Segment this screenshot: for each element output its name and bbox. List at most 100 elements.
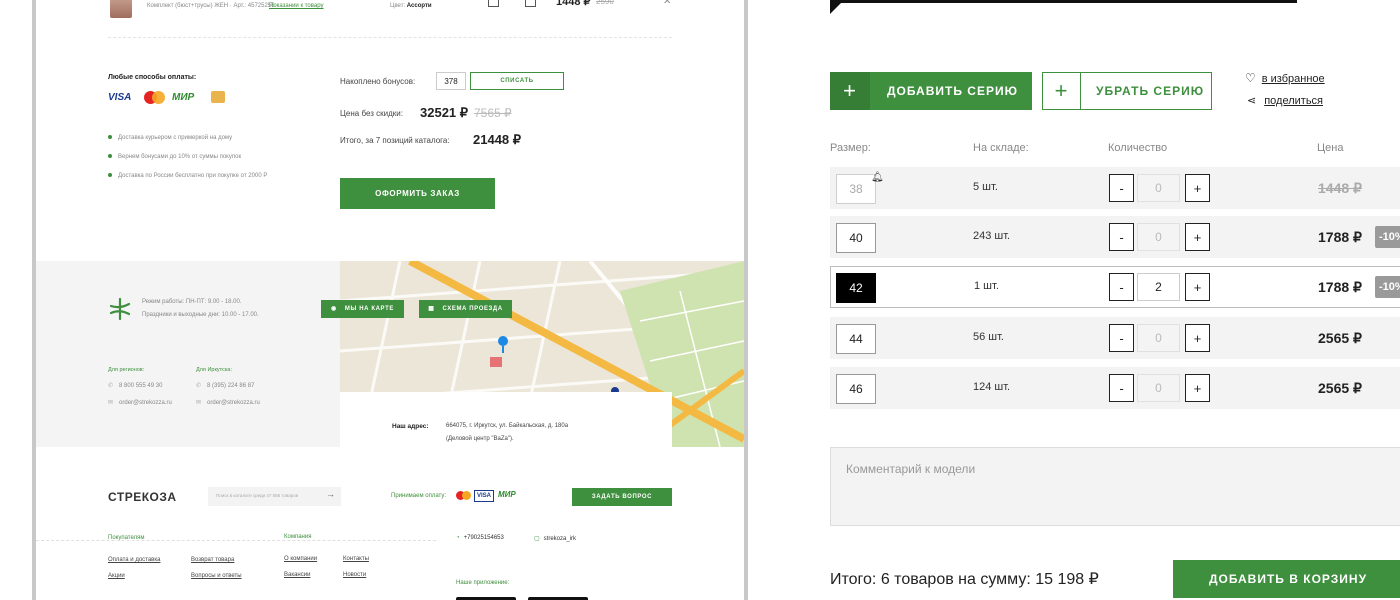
visa-icon: VISA (474, 490, 494, 502)
share-link[interactable]: ⋖ поделиться (1247, 94, 1323, 107)
qty-minus-button[interactable]: - (1109, 374, 1134, 402)
qty-minus-mini[interactable] (488, 0, 499, 7)
qty-plus-mini[interactable] (525, 0, 536, 7)
product-thumb[interactable] (110, 0, 132, 18)
qty-minus-button[interactable]: - (1109, 223, 1134, 251)
footer-link[interactable]: Вакансии (284, 572, 310, 578)
bonus-input[interactable]: 378 (436, 72, 466, 90)
regions-email[interactable]: ✉ order@strekozza.ru (108, 399, 172, 406)
qty-input[interactable]: 0 (1137, 174, 1180, 202)
whatsapp-link[interactable]: ◔ +79025154653 (456, 535, 504, 541)
discount-badge: -10% (1375, 226, 1400, 248)
map-button[interactable]: ◉ МЫ НА КАРТЕ (321, 300, 404, 318)
favorite-link[interactable]: ♡ в избранное (1245, 71, 1325, 85)
mastercard-icon (456, 491, 472, 501)
top-bar-wedge (830, 0, 844, 14)
comment-placeholder: Комментарий к модели (846, 462, 976, 476)
scheme-button[interactable]: ▦ СХЕМА ПРОЕЗДА (419, 300, 512, 318)
benefit-text: Доставка по России бесплатно при покупке… (118, 173, 268, 179)
add-to-cart-button[interactable]: ДОБАВИТЬ В КОРЗИНУ (1173, 560, 1400, 598)
qty-minus-button[interactable]: - (1109, 324, 1134, 352)
stock-value: 1 шт. (974, 280, 999, 292)
instagram-icon: ▢ (534, 536, 540, 542)
footer-search[interactable]: Поиск в каталоге среди 47 586 товаров → (208, 487, 341, 506)
pin-icon: ◉ (331, 306, 337, 312)
header-price: Цена (1317, 142, 1344, 154)
footer-link[interactable]: О компании (284, 556, 317, 562)
payment-title: Любые способы оплаты: (108, 74, 197, 81)
remove-series-button[interactable]: + УБРАТЬ СЕРИЮ (1042, 72, 1212, 110)
add-series-label: ДОБАВИТЬ СЕРИЮ (887, 84, 1018, 98)
remove-icon[interactable]: ✕ (663, 0, 671, 7)
card-icon (211, 91, 225, 103)
qty-minus-button[interactable]: - (1109, 273, 1134, 301)
scheme-button-label: СХЕМА ПРОЕЗДА (442, 306, 503, 312)
qty-plus-button[interactable]: + (1185, 374, 1210, 402)
irk-email-text: order@strekozza.ru (207, 400, 260, 406)
stock-value: 124 шт. (973, 381, 1011, 393)
mir-icon: МИР (498, 490, 516, 499)
size-option[interactable]: 40 (836, 223, 876, 253)
footer-logo[interactable]: СТРЕКОЗА (108, 490, 177, 504)
irk-email[interactable]: ✉ order@strekozza.ru (196, 399, 260, 406)
qty-input[interactable]: 0 (1137, 324, 1180, 352)
size-row: 42 1 шт. - 2 + 1788 ₽ -10% (830, 266, 1400, 308)
row-price: 1788 ₽ (1318, 229, 1362, 245)
footer-link[interactable]: Вопросы и ответы (191, 573, 242, 579)
divider (108, 37, 672, 38)
footer-link[interactable]: Контакты (343, 556, 369, 562)
right-panel: + ДОБАВИТЬ СЕРИЮ + УБРАТЬ СЕРИЮ ♡ в избра… (750, 0, 1400, 600)
bell-icon[interactable]: 🔔︎ (871, 172, 884, 183)
qty-input[interactable]: 0 (1137, 374, 1180, 402)
mastercard-icon (144, 91, 166, 105)
size-option[interactable]: 46 (836, 374, 876, 404)
header-stock: На складе: (973, 142, 1029, 154)
map-icon: ▦ (428, 306, 435, 312)
stock-value: 5 шт. (973, 181, 998, 193)
qty-minus-button[interactable]: - (1109, 174, 1134, 202)
size-option[interactable]: 44 (836, 324, 876, 354)
address-label: Наш адрес: (392, 423, 429, 430)
map-button-label: МЫ НА КАРТЕ (344, 306, 394, 312)
comment-textarea[interactable]: Комментарий к модели (830, 447, 1400, 526)
accept-label: Принимаем оплату: (391, 493, 447, 499)
app-label: Наше приложение: (456, 580, 510, 586)
size-option[interactable]: 38 (836, 174, 876, 204)
mir-icon: МИР (172, 92, 195, 103)
heart-icon: ♡ (1245, 71, 1256, 85)
qty-input[interactable]: 0 (1137, 223, 1180, 251)
add-series-button[interactable]: + ДОБАВИТЬ СЕРИЮ (830, 72, 1032, 110)
total-label: Итого, за 7 позиций каталога: (340, 136, 450, 145)
regions-phone[interactable]: ✆ 8 800 555 49 30 (108, 382, 162, 389)
address-line2: (Деловой центр "BaZa"). (446, 436, 514, 442)
phone-icon: ✆ (108, 383, 114, 389)
product-old-price: 2590 (596, 0, 614, 6)
ask-question-button[interactable]: ЗАДАТЬ ВОПРОС (572, 488, 672, 506)
qty-plus-button[interactable]: + (1185, 324, 1210, 352)
qty-input[interactable]: 2 (1137, 273, 1180, 301)
plus-icon: + (1043, 73, 1081, 109)
footer-link[interactable]: Новости (343, 572, 366, 578)
checkout-button[interactable]: ОФОРМИТЬ ЗАКАЗ (340, 178, 495, 209)
size-option[interactable]: 42 (836, 273, 876, 303)
row-price: 2565 ₽ (1318, 330, 1362, 346)
irk-phone[interactable]: ✆ 8 (395) 224 86 87 (196, 382, 254, 389)
visa-icon: VISA (108, 92, 132, 103)
dragonfly-icon (108, 297, 132, 321)
left-panel: Комплект (бюст+трусы) ЖЕН · Арт.: 457252… (0, 0, 750, 600)
footer-link[interactable]: Оплата и доставка (108, 557, 160, 563)
product-link[interactable]: Показании к товару (269, 3, 323, 9)
footer-link[interactable]: Возврат товара (191, 557, 234, 563)
instagram-link[interactable]: ▢ strekoza_irk (534, 535, 576, 542)
header-qty: Количество (1108, 142, 1168, 154)
phone-icon: ✆ (196, 383, 202, 389)
stock-value: 243 шт. (973, 230, 1011, 242)
total-value: 21448 ₽ (473, 132, 522, 147)
benefit-item: Доставка курьером с примеркой на дому (108, 135, 232, 141)
qty-plus-button[interactable]: + (1185, 223, 1210, 251)
qty-plus-button[interactable]: + (1185, 174, 1210, 202)
size-row: 40 243 шт. - 0 + 1788 ₽ -10% (830, 216, 1400, 258)
footer-link[interactable]: Акции (108, 573, 125, 579)
write-off-button[interactable]: СПИСАТЬ (470, 72, 564, 90)
qty-plus-button[interactable]: + (1185, 273, 1210, 301)
